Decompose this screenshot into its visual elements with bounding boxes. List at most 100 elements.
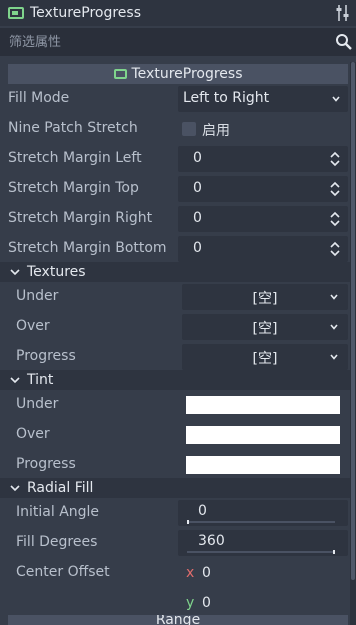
spinbox-value: 0 [193, 210, 202, 226]
prop-stretch-margin-bottom: Stretch Margin Bottom 0 [0, 234, 350, 264]
fill-mode-dropdown[interactable]: Left to Right [178, 86, 348, 112]
prop-label: Stretch Margin Right [8, 210, 153, 226]
slider-grabber[interactable] [187, 520, 189, 524]
prop-label: Nine Patch Stretch [8, 120, 138, 136]
texture-under-picker[interactable]: [空] [182, 284, 348, 310]
prop-fill-degrees: Fill Degrees 360 [0, 528, 350, 558]
prop-label: Stretch Margin Left [8, 150, 142, 166]
prop-label: Initial Angle [16, 504, 100, 520]
spinbox-value: 0 [193, 150, 202, 166]
section-textures[interactable]: Textures [0, 262, 350, 282]
resource-value: [空] [252, 351, 278, 367]
spinbox-value: 0 [193, 180, 202, 196]
center-offset-x-field[interactable]: x 0 [178, 560, 348, 586]
slider-track[interactable] [187, 551, 335, 553]
filter-properties-input[interactable] [0, 29, 334, 55]
prop-texture-over: Over [空] [0, 312, 350, 342]
prop-tint-progress: Progress [0, 450, 350, 480]
spin-arrows-icon[interactable] [330, 181, 340, 197]
prop-label: Stretch Margin Top [8, 180, 139, 196]
prop-stretch-margin-right: Stretch Margin Right 0 [0, 204, 350, 234]
tint-progress-color-picker[interactable] [178, 452, 348, 478]
collapse-arrow-icon [10, 269, 20, 276]
color-swatch[interactable] [186, 396, 340, 414]
inspector-scrollbar[interactable] [350, 62, 356, 625]
section-title: Textures [27, 264, 86, 280]
margin-top-spinbox[interactable]: 0 [178, 176, 348, 202]
color-swatch[interactable] [186, 426, 340, 444]
chevron-down-icon [332, 96, 340, 102]
fill-degrees-slider[interactable]: 360 [178, 530, 348, 556]
prop-label: Center Offset [16, 564, 110, 580]
initial-angle-slider[interactable]: 0 [178, 500, 348, 526]
vector-y-value: 0 [202, 595, 211, 611]
prop-stretch-margin-left: Stretch Margin Left 0 [0, 144, 350, 174]
prop-stretch-margin-top: Stretch Margin Top 0 [0, 174, 350, 204]
margin-left-spinbox[interactable]: 0 [178, 146, 348, 172]
prop-label: Fill Mode [8, 90, 70, 106]
section-title: Range [155, 615, 201, 625]
property-filter [0, 28, 356, 56]
prop-fill-mode: Fill Mode Left to Right [0, 84, 350, 114]
spin-arrows-icon[interactable] [330, 241, 340, 257]
checkbox-box[interactable] [182, 122, 196, 136]
section-radial-fill[interactable]: Radial Fill [0, 478, 350, 498]
section-title: Tint [27, 372, 54, 388]
prop-label: Stretch Margin Bottom [8, 240, 167, 256]
spin-arrows-icon[interactable] [330, 151, 340, 167]
dropdown-value: Left to Right [183, 90, 270, 106]
center-offset-y-field[interactable]: y 0 [178, 590, 348, 616]
nine-patch-checkbox[interactable]: 启用 [178, 116, 348, 142]
section-tint[interactable]: Tint [0, 370, 350, 390]
margin-bottom-spinbox[interactable]: 0 [178, 236, 348, 262]
texture-over-picker[interactable]: [空] [182, 314, 348, 340]
section-title: Radial Fill [27, 480, 94, 496]
search-icon[interactable] [334, 32, 354, 52]
prop-tint-under: Under [0, 390, 350, 420]
slider-track[interactable] [187, 521, 335, 523]
texture-progress-picker[interactable]: [空] [182, 344, 348, 370]
prop-tint-over: Over [0, 420, 350, 450]
prop-label: Over [16, 318, 50, 334]
collapse-arrow-icon [10, 377, 20, 384]
class-section-label: TextureProgress [131, 66, 243, 82]
inspector-titlebar: TextureProgress [0, 0, 356, 26]
prop-texture-progress: Progress [空] [0, 342, 350, 372]
prop-center-offset-y: y 0 [0, 588, 350, 618]
resource-value: [空] [252, 291, 278, 307]
prop-label: Progress [16, 348, 76, 364]
slider-value: 360 [198, 533, 225, 549]
tint-under-color-picker[interactable] [178, 392, 348, 418]
prop-label: Fill Degrees [16, 534, 98, 550]
spin-arrows-icon[interactable] [330, 211, 340, 227]
axis-x-label: x [186, 565, 195, 581]
slider-value: 0 [198, 503, 207, 519]
object-properties-icon[interactable] [336, 4, 350, 22]
chevron-down-icon [330, 354, 338, 360]
checkbox-label: 启用 [202, 123, 230, 139]
scrollbar-thumb[interactable] [351, 62, 355, 580]
vector-x-value: 0 [202, 565, 211, 581]
object-title[interactable]: TextureProgress [30, 5, 141, 21]
prop-label: Progress [16, 456, 76, 472]
chevron-down-icon [330, 294, 338, 300]
prop-label: Over [16, 426, 50, 442]
collapse-arrow-icon [10, 485, 20, 492]
margin-right-spinbox[interactable]: 0 [178, 206, 348, 232]
textureprogress-node-icon [113, 69, 127, 79]
chevron-down-icon [330, 324, 338, 330]
prop-label: Under [16, 288, 59, 304]
tint-over-color-picker[interactable] [178, 422, 348, 448]
color-swatch[interactable] [186, 456, 340, 474]
spinbox-value: 0 [193, 240, 202, 256]
range-section-header[interactable]: Range [8, 615, 348, 625]
resource-value: [空] [252, 321, 278, 337]
textureprogress-node-icon [8, 7, 24, 19]
slider-grabber[interactable] [333, 550, 335, 554]
prop-nine-patch-stretch: Nine Patch Stretch 启用 [0, 114, 350, 144]
axis-y-label: y [186, 595, 195, 611]
class-section-header[interactable]: TextureProgress [8, 64, 348, 84]
prop-initial-angle: Initial Angle 0 [0, 498, 350, 528]
prop-center-offset: Center Offset x 0 [0, 558, 350, 588]
prop-texture-under: Under [空] [0, 282, 350, 312]
